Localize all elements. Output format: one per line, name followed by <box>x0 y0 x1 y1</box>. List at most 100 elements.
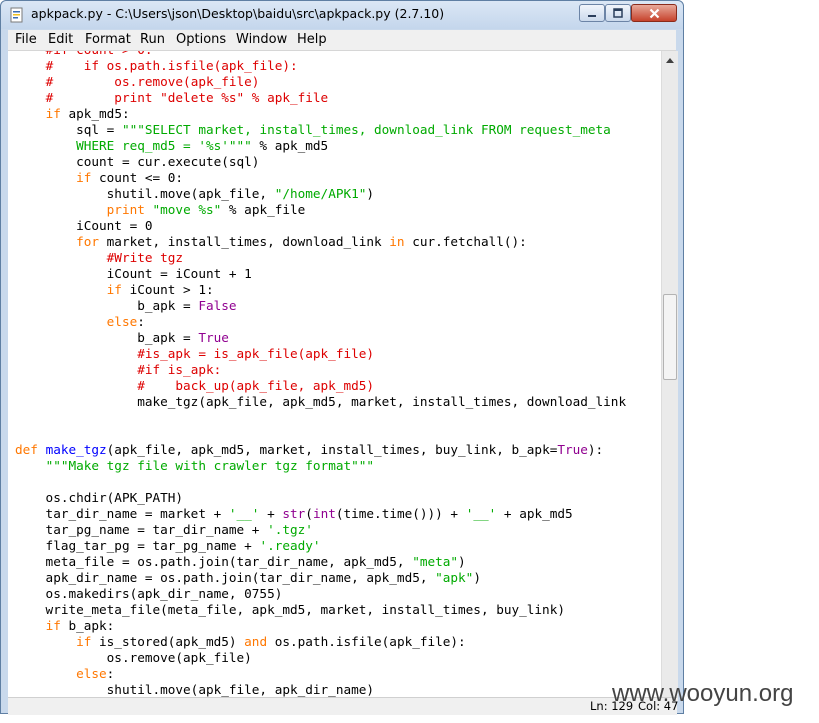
code-token: ( <box>305 506 313 521</box>
code-token: """Make tgz file with crawler tgz format… <box>45 458 375 473</box>
python-file-icon <box>10 7 23 23</box>
code-line: # os.remove(apk_file) <box>15 74 626 90</box>
code-token: tar_dir_name = market + <box>15 506 229 521</box>
title-bar[interactable]: apkpack.py - C:\Users\json\Desktop\baidu… <box>1 1 683 29</box>
code-token: iCount = 0 <box>15 218 153 233</box>
code-token: is_stored(apk_md5) <box>91 634 245 649</box>
code-token: "move %s" <box>152 202 222 217</box>
menu-options[interactable]: Options <box>176 32 226 47</box>
code-line: for market, install_times, download_link… <box>15 234 626 250</box>
code-token: '.tgz' <box>267 522 313 537</box>
code-line: count = cur.execute(sql) <box>15 154 626 170</box>
code-token: os.chdir(APK_PATH) <box>15 490 184 505</box>
menu-run[interactable]: Run <box>140 32 165 47</box>
code-token: os.makedirs(apk_dir_name, 0755) <box>15 586 283 601</box>
code-line: os.chdir(APK_PATH) <box>15 490 626 506</box>
code-line: shutil.move(apk_file, apk_dir_name) <box>15 682 626 698</box>
code-token: b_apk: <box>60 618 115 633</box>
code-line: if apk_md5: <box>15 106 626 122</box>
code-line: b_apk = False <box>15 298 626 314</box>
code-token: ) <box>473 570 481 585</box>
code-line: if is_stored(apk_md5) and os.path.isfile… <box>15 634 626 650</box>
code-line: meta_file = os.path.join(tar_dir_name, a… <box>15 554 626 570</box>
code-line: #is_apk = is_apk_file(apk_file) <box>15 346 626 362</box>
code-text[interactable]: #if count > 0: # if os.path.isfile(apk_f… <box>15 51 626 698</box>
code-line: shutil.move(apk_file, "/home/APK1") <box>15 186 626 202</box>
code-token: count = cur.execute(sql) <box>15 154 260 169</box>
menu-file[interactable]: File <box>15 32 37 47</box>
code-line: else: <box>15 666 626 682</box>
menu-format[interactable]: Format <box>85 32 131 47</box>
code-token: + apk_md5 <box>496 506 573 521</box>
code-token: cur.fetchall(): <box>404 234 527 249</box>
close-button[interactable] <box>631 4 677 22</box>
code-line: WHERE req_md5 = '%s'""" % apk_md5 <box>15 138 626 154</box>
code-token: shutil.move(apk_file, <box>15 186 275 201</box>
code-editor[interactable]: #if count > 0: # if os.path.isfile(apk_f… <box>8 51 661 701</box>
code-line: sql = """SELECT market, install_times, d… <box>15 122 626 138</box>
scroll-up-button[interactable] <box>662 51 678 68</box>
code-token: os.remove(apk_file) <box>15 650 252 665</box>
code-token: : <box>106 666 115 681</box>
code-line: # back_up(apk_file, apk_md5) <box>15 378 626 394</box>
menu-bar: File Edit Format Run Options Window Help <box>8 30 676 51</box>
code-token: write_meta_file(meta_file, apk_md5, mark… <box>15 602 565 617</box>
scrollbar-thumb[interactable] <box>663 294 677 380</box>
menu-edit[interactable]: Edit <box>48 32 73 47</box>
code-line: tar_pg_name = tar_dir_name + '.tgz' <box>15 522 626 538</box>
code-line: #if count > 0: <box>15 51 626 58</box>
code-token: "meta" <box>412 554 459 569</box>
code-line: iCount = 0 <box>15 218 626 234</box>
code-token: market, install_times, download_link <box>99 234 390 249</box>
code-token: '__' <box>228 506 260 521</box>
code-token: apk_dir_name = os.path.join(tar_dir_name… <box>15 570 436 585</box>
code-token: if <box>45 106 61 121</box>
code-token: count <= 0: <box>91 170 184 185</box>
vertical-scrollbar[interactable] <box>661 51 678 701</box>
code-token: % apk_md5 <box>251 138 329 153</box>
code-token: if <box>76 170 92 185</box>
code-token: int <box>312 506 336 521</box>
code-token: meta_file = os.path.join(tar_dir_name, a… <box>15 554 413 569</box>
menu-window[interactable]: Window <box>236 32 287 47</box>
code-token: iCount = iCount + 1 <box>15 266 252 281</box>
code-token: False <box>198 298 237 313</box>
code-token: (time.time())) + <box>335 506 466 521</box>
minimize-button[interactable] <box>579 4 605 22</box>
code-token: WHERE req_md5 = '%s'""" <box>76 138 252 153</box>
code-line: #if is_apk: <box>15 362 626 378</box>
code-token: iCount > 1: <box>121 282 214 297</box>
code-line: tar_dir_name = market + '__' + str(int(t… <box>15 506 626 522</box>
code-token: and <box>244 634 268 649</box>
code-token: if <box>76 634 92 649</box>
code-token: % apk_file <box>221 202 306 217</box>
code-token: if <box>106 282 122 297</box>
code-line: iCount = iCount + 1 <box>15 266 626 282</box>
code-line: if count <= 0: <box>15 170 626 186</box>
code-token: '.ready' <box>259 538 321 553</box>
code-token: (apk_file, apk_md5, market, install_time… <box>106 442 558 457</box>
code-token: : <box>137 314 145 329</box>
code-token: else <box>76 666 107 681</box>
code-token: # print "delete %s" % apk_file <box>45 90 329 105</box>
code-token: in <box>389 234 405 249</box>
code-token: apk_md5: <box>60 106 130 121</box>
menu-help[interactable]: Help <box>297 32 327 47</box>
maximize-button[interactable] <box>605 4 631 22</box>
code-token: shutil.move(apk_file, apk_dir_name) <box>15 682 375 697</box>
close-icon <box>649 8 659 18</box>
code-token: make_tgz <box>45 442 107 457</box>
code-token: + <box>259 506 283 521</box>
code-token: "apk" <box>435 570 474 585</box>
code-token: b_apk = <box>15 330 199 345</box>
code-token: # os.remove(apk_file) <box>45 74 260 89</box>
